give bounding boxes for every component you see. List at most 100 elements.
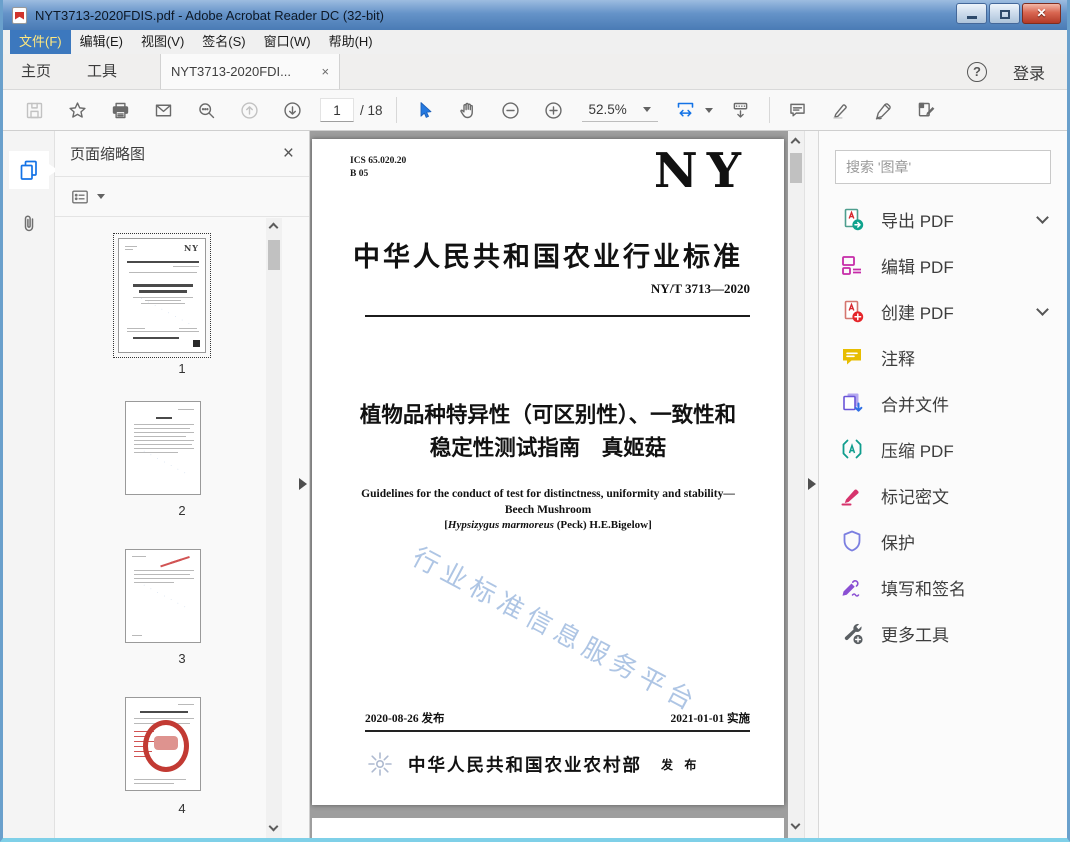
sign-tool-button[interactable] <box>869 95 899 125</box>
close-button[interactable]: ✕ <box>1022 3 1061 24</box>
tool-export-pdf[interactable]: 导出 PDF <box>835 196 1051 242</box>
maximize-button[interactable] <box>989 3 1020 24</box>
thumbnails-panel-title: 页面缩略图 <box>70 146 146 163</box>
tool-more-tools[interactable]: 更多工具 <box>835 610 1051 656</box>
document-scrollbar[interactable] <box>788 131 804 838</box>
minimize-icon <box>966 16 977 19</box>
edit-pdf-icon <box>842 256 861 275</box>
zoom-level-value: 52.5% <box>588 101 627 117</box>
scroll-mode-button[interactable] <box>726 95 756 125</box>
scroll-up-icon[interactable] <box>790 137 801 148</box>
tab-home[interactable]: 主页 <box>3 54 69 89</box>
hand-tool-button[interactable] <box>453 95 483 125</box>
tool-protect[interactable]: 保护 <box>835 518 1051 564</box>
tool-label: 保护 <box>881 533 915 553</box>
email-button[interactable] <box>148 95 178 125</box>
page-count-label: / 18 <box>360 102 383 118</box>
menu-view[interactable]: 视图(V) <box>132 30 193 54</box>
publisher-row: 中华人民共和国农业农村部 发 布 <box>365 749 700 779</box>
next-page-button[interactable] <box>277 95 307 125</box>
menu-sign[interactable]: 签名(S) <box>193 30 254 54</box>
publish-label: 发 布 <box>661 757 701 772</box>
tools-panel-expand-arrow[interactable] <box>808 478 816 490</box>
thumbnail-art: · · · · · · · <box>125 401 201 495</box>
menu-edit[interactable]: 编辑(E) <box>71 30 132 54</box>
menu-help[interactable]: 帮助(H) <box>320 30 382 54</box>
thumbnail-art <box>125 697 201 791</box>
login-button[interactable]: 登录 <box>1013 60 1045 84</box>
tab-bar: 主页 工具 NYT3713-2020FDI... × ? 登录 <box>3 54 1067 90</box>
thumbnails-scrollbar-thumb[interactable] <box>268 240 280 270</box>
title-bar[interactable]: NYT3713-2020FDIS.pdf - Adobe Acrobat Rea… <box>3 0 1067 30</box>
save-button[interactable] <box>19 95 49 125</box>
fit-width-button[interactable] <box>671 95 701 125</box>
tab-close-icon[interactable]: × <box>321 65 329 78</box>
select-tool-button[interactable] <box>410 95 440 125</box>
zoom-out-button[interactable] <box>496 95 526 125</box>
tool-label: 编辑 PDF <box>881 257 954 277</box>
thumbnail-page-2[interactable]: · · · · · · · <box>125 401 201 495</box>
attachments-rail-button[interactable] <box>9 205 49 243</box>
tool-fill-sign[interactable]: 填写和签名 <box>835 564 1051 610</box>
print-icon <box>112 102 128 118</box>
comment-tool-button[interactable] <box>783 95 813 125</box>
menu-bar: 文件(F) 编辑(E) 视图(V) 签名(S) 窗口(W) 帮助(H) <box>3 30 1067 54</box>
main-toolbar: / 18 52.5% <box>3 90 1067 131</box>
favorites-button[interactable] <box>62 95 92 125</box>
standard-name: 中华人民共和国农业行业标准 <box>353 242 743 272</box>
previous-page-button[interactable] <box>234 95 264 125</box>
tool-edit-pdf[interactable]: 编辑 PDF <box>835 242 1051 288</box>
menu-file[interactable]: 文件(F) <box>10 30 71 54</box>
tool-compress-pdf[interactable]: 压缩 PDF <box>835 426 1051 472</box>
print-button[interactable] <box>105 95 135 125</box>
fill-sign-icon <box>842 580 860 597</box>
pdf-page-2-edge <box>312 818 784 838</box>
thumbnails-options-button[interactable] <box>55 177 309 217</box>
zoom-level-dropdown[interactable]: 52.5% <box>581 99 658 122</box>
standard-number: NY/T 3713—2020 <box>650 281 750 296</box>
tool-comment[interactable]: 注释 <box>835 334 1051 380</box>
zoom-in-button[interactable] <box>539 95 569 125</box>
page-thumbnails-rail-button[interactable] <box>8 151 58 189</box>
highlight-tool-button[interactable] <box>826 95 856 125</box>
thumbnail-page-3[interactable]: · · · · · · · <box>125 549 201 643</box>
tool-create-pdf[interactable]: 创建 PDF <box>835 288 1051 334</box>
search-button[interactable] <box>191 95 221 125</box>
fit-width-dropdown[interactable] <box>671 95 713 125</box>
tools-search-input[interactable] <box>835 150 1051 184</box>
maximize-icon <box>999 9 1010 19</box>
document-view[interactable]: ICS 65.020.20 B 05 NY 中华人民共和国农业行业标准 NY/T… <box>310 131 804 838</box>
help-icon[interactable]: ? <box>966 61 987 82</box>
panel-close-icon[interactable]: × <box>283 144 294 163</box>
panel-expand-arrow[interactable] <box>299 478 307 490</box>
tool-label: 合并文件 <box>881 395 949 415</box>
close-icon: ✕ <box>1036 6 1047 20</box>
document-scrollbar-thumb[interactable] <box>790 153 802 183</box>
tools-panel-strip <box>804 131 818 838</box>
fill-sign-tool-button[interactable] <box>912 95 942 125</box>
thumbnails-scrollbar[interactable] <box>266 218 282 838</box>
comment-icon <box>843 349 861 365</box>
menu-window[interactable]: 窗口(W) <box>255 30 320 54</box>
document-title: 植物品种特异性（可区别性）、一致性和 稳定性测试指南 真姬菇 <box>359 403 737 460</box>
scroll-down-icon[interactable] <box>790 819 801 830</box>
thumbnail-art: NY · · · · · · · · <box>118 238 206 353</box>
export-pdf-icon <box>844 208 864 231</box>
thumbnail-page-4[interactable] <box>125 697 201 791</box>
tab-document[interactable]: NYT3713-2020FDI... × <box>160 54 341 89</box>
thumbnail-page-1[interactable]: NY · · · · · · · · <box>113 233 211 358</box>
email-icon <box>155 104 171 116</box>
scroll-down-icon[interactable] <box>268 821 279 832</box>
ics-codes: ICS 65.020.20 B 05 <box>350 156 407 180</box>
minimize-button[interactable] <box>956 3 987 24</box>
scroll-up-icon[interactable] <box>268 222 279 233</box>
issue-date: 2020-08-26 发布 <box>365 713 445 725</box>
tab-tools[interactable]: 工具 <box>69 54 135 89</box>
page-number-input[interactable] <box>320 98 354 122</box>
publisher-name: 中华人民共和国农业农村部 <box>408 754 642 775</box>
tool-combine-files[interactable]: 合并文件 <box>835 380 1051 426</box>
toolbar-separator <box>395 97 397 123</box>
favorites-star-icon <box>68 101 86 118</box>
tool-redact[interactable]: 标记密文 <box>835 472 1051 518</box>
tool-label: 创建 PDF <box>881 303 954 323</box>
